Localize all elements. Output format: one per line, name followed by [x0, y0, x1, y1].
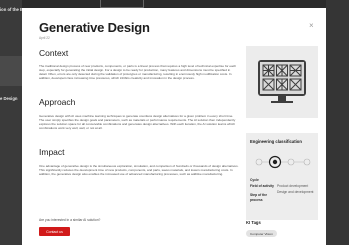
- modal-title: Generative Design: [39, 20, 150, 35]
- selected-dot-icon: [272, 159, 278, 165]
- row-label-field: Field of activity: [250, 184, 274, 188]
- classification-stepper: [255, 155, 311, 169]
- solution-illustration: [246, 46, 318, 118]
- row-label-step: Step of the process: [250, 193, 268, 202]
- engineering-classification-box: Engineering classification Cycle Field o…: [246, 133, 318, 220]
- background-tv-icon: [100, 0, 144, 8]
- close-icon[interactable]: ×: [309, 22, 314, 30]
- section-text-impact: One advantage of generative design is th…: [39, 164, 239, 176]
- row-value-field: Product development: [277, 184, 309, 188]
- section-heading-context: Context: [39, 48, 69, 58]
- row-value-step: Design and development: [277, 190, 314, 194]
- background-subheading: e Design: [0, 96, 18, 101]
- section-heading-impact: Impact: [39, 147, 65, 157]
- step-circle: [303, 158, 311, 166]
- step-circle: [287, 158, 295, 166]
- section-text-approach: Generative design with AI uses machine l…: [39, 114, 236, 130]
- ki-tags-title: KI Tags: [246, 220, 261, 225]
- contact-us-button[interactable]: Contact us: [39, 227, 70, 236]
- ki-tag[interactable]: Computer Vision: [246, 230, 277, 237]
- classification-title: Engineering classification: [250, 139, 302, 144]
- step-circle: [255, 158, 263, 166]
- modal-date: April 22: [39, 36, 50, 40]
- contact-question: Are you interested in a similar AI solut…: [39, 218, 101, 222]
- background-right-panel: [326, 0, 349, 245]
- background-heading: ion of the Ene: [0, 7, 22, 12]
- monitor-icon: [258, 60, 306, 103]
- row-label-cycle: Cycle: [250, 178, 259, 182]
- section-text-context: The traditional design process of new pr…: [39, 64, 237, 80]
- background-left-panel: [0, 0, 22, 245]
- section-heading-approach: Approach: [39, 97, 76, 107]
- detail-modal: Generative Design April 22 × Context The…: [22, 8, 326, 245]
- background-illustration: [0, 56, 22, 86]
